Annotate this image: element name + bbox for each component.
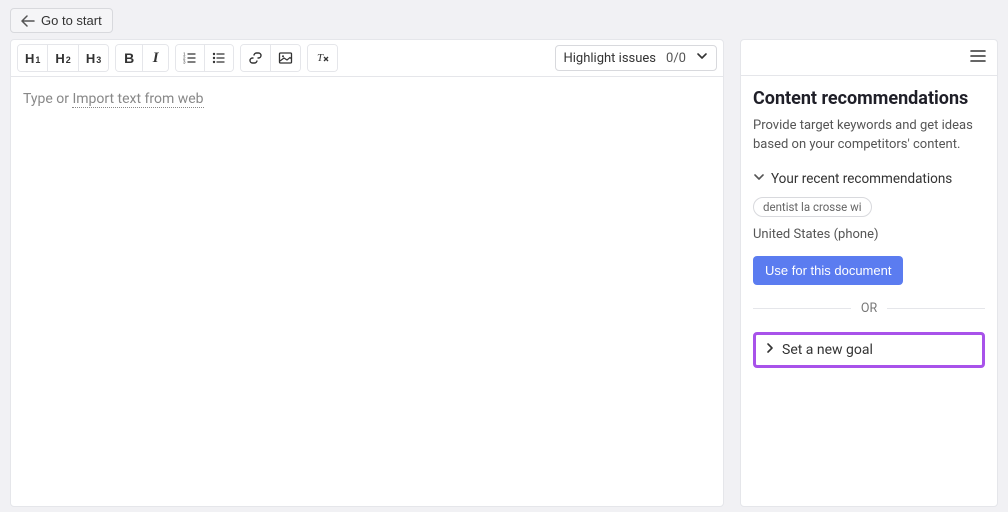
- highlight-issues-label: Highlight issues: [564, 51, 657, 66]
- style-group: B I: [115, 44, 169, 72]
- go-to-start-label: Go to start: [41, 13, 102, 28]
- h1-button[interactable]: H1: [18, 45, 47, 71]
- chevron-right-icon: [764, 342, 776, 358]
- use-for-document-button[interactable]: Use for this document: [753, 256, 903, 285]
- set-new-goal-label: Set a new goal: [782, 342, 873, 358]
- link-icon: [248, 51, 263, 65]
- recent-recommendations-label: Your recent recommendations: [771, 171, 952, 187]
- highlight-issues-count: 0/0: [666, 51, 686, 66]
- insert-group: [240, 44, 301, 72]
- ordered-list-icon: 123: [183, 51, 197, 65]
- heading-group: H1 H2 H3: [17, 44, 109, 72]
- recommendations-panel: Content recommendations Provide target k…: [740, 39, 998, 507]
- keyword-chip[interactable]: dentist la crosse wi: [753, 197, 872, 217]
- or-divider: OR: [753, 301, 985, 316]
- unordered-list-button[interactable]: [204, 45, 233, 71]
- recent-recommendations-toggle[interactable]: Your recent recommendations: [753, 171, 985, 187]
- chevron-down-icon: [753, 171, 765, 187]
- clear-formatting-icon: T: [315, 51, 330, 65]
- or-label: OR: [861, 301, 877, 316]
- locale-label: United States (phone): [753, 227, 985, 242]
- unordered-list-icon: [212, 51, 226, 65]
- import-text-link[interactable]: Import text from web: [72, 91, 203, 108]
- h2-button[interactable]: H2: [47, 45, 77, 71]
- editor-panel: H1 H2 H3 B I 123: [10, 39, 724, 507]
- editor-placeholder-prefix: Type or: [23, 91, 72, 107]
- italic-button[interactable]: I: [142, 45, 168, 71]
- arrow-left-icon: [21, 15, 35, 27]
- recommendations-title: Content recommendations: [753, 88, 985, 109]
- hamburger-icon: [970, 51, 986, 66]
- go-to-start-button[interactable]: Go to start: [10, 8, 113, 33]
- chevron-down-icon: [696, 50, 708, 66]
- divider-line: [753, 308, 851, 309]
- image-icon: [278, 51, 293, 65]
- list-group: 123: [175, 44, 234, 72]
- clear-group: T: [307, 44, 338, 72]
- bold-button[interactable]: B: [116, 45, 142, 71]
- link-button[interactable]: [241, 45, 270, 71]
- divider-line: [887, 308, 985, 309]
- h3-button[interactable]: H3: [78, 45, 108, 71]
- ordered-list-button[interactable]: 123: [176, 45, 204, 71]
- recommendations-description: Provide target keywords and get ideas ba…: [753, 117, 985, 155]
- side-body: Content recommendations Provide target k…: [741, 76, 997, 380]
- svg-text:T: T: [317, 52, 324, 64]
- highlight-issues-dropdown[interactable]: Highlight issues 0/0: [555, 45, 718, 71]
- set-new-goal-button[interactable]: Set a new goal: [753, 332, 985, 368]
- workspace: H1 H2 H3 B I 123: [0, 39, 1008, 507]
- image-button[interactable]: [270, 45, 300, 71]
- editor-toolbar: H1 H2 H3 B I 123: [11, 40, 723, 77]
- svg-text:3: 3: [183, 60, 186, 65]
- panel-menu-button[interactable]: [967, 46, 989, 69]
- topbar: Go to start: [0, 0, 1008, 39]
- clear-formatting-button[interactable]: T: [308, 45, 337, 71]
- editor-body[interactable]: Type or Import text from web: [11, 77, 723, 506]
- side-header: [741, 40, 997, 76]
